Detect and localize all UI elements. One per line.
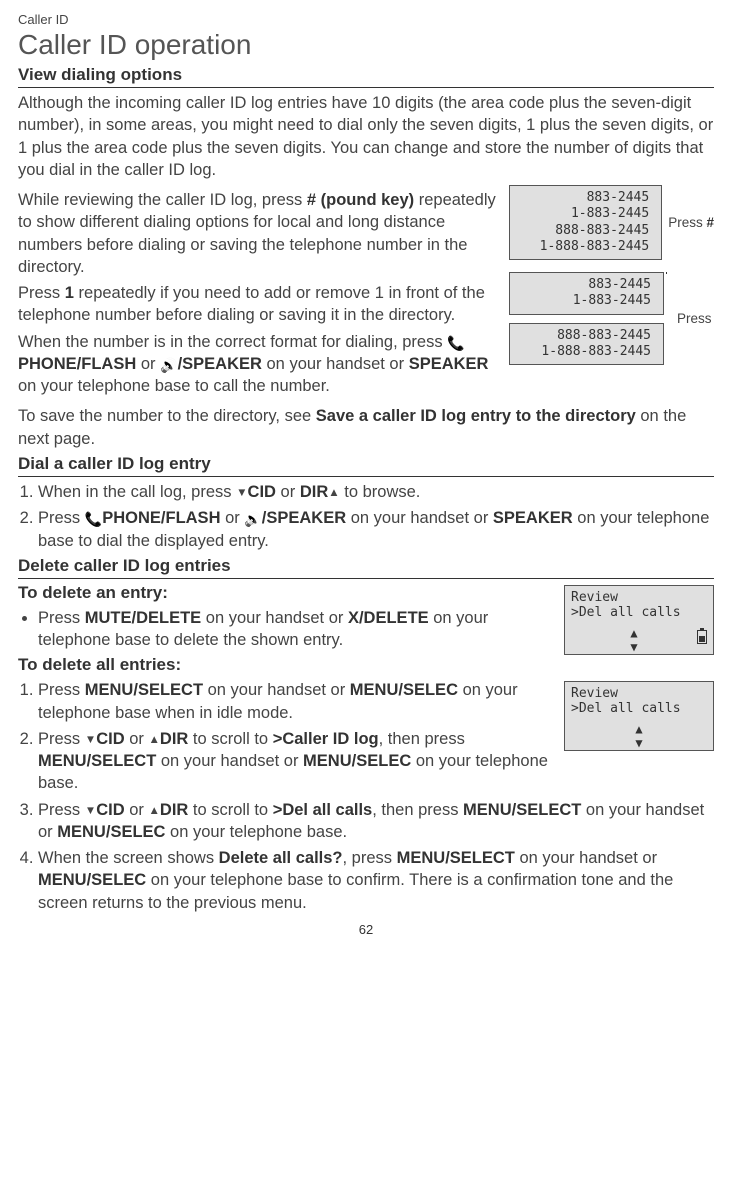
figure-label-press-one: Press 1 — [677, 311, 714, 326]
lcd-press-one-b: 888-883-2445 1-888-883-2445 — [509, 323, 664, 366]
triangle-up-icon — [328, 483, 339, 501]
figure-label-press-pound: Press # — [668, 215, 714, 230]
triangle-down-icon — [85, 801, 96, 819]
lcd-delete-base: Review >Del all calls ▲▼ — [564, 681, 714, 751]
lcd-press-one-a: 883-2445 1-883-2445 — [509, 272, 664, 315]
lcd-line: 883-2445 — [516, 277, 651, 293]
triangle-down-icon — [85, 730, 96, 748]
paragraph: To save the number to the directory, see… — [18, 405, 714, 450]
phone-icon — [85, 509, 102, 527]
lcd-press-pound: 883-2445 1-883-2445 888-883-2445 1-888-8… — [509, 185, 662, 260]
lcd-line: Review — [571, 590, 707, 605]
lcd-line: 888-883-2445 — [516, 328, 651, 344]
lcd-line: 1-888-883-2445 — [516, 344, 651, 360]
brace-icon — [666, 272, 667, 274]
lcd-line: 883-2445 — [516, 190, 649, 206]
triangle-up-icon — [148, 801, 159, 819]
lcd-line: 1-883-2445 — [516, 206, 649, 222]
figure-dialing-options: 883-2445 1-883-2445 888-883-2445 1-888-8… — [509, 185, 714, 377]
lcd-line: Review — [571, 686, 707, 701]
lcd-line: 888-883-2445 — [516, 223, 649, 239]
phone-icon — [447, 333, 464, 351]
lcd-line: 1-888-883-2445 — [516, 239, 649, 255]
list-item: When the screen shows Delete all calls?,… — [38, 847, 714, 914]
speaker-icon — [160, 355, 177, 373]
scroll-arrows-icon: ▲▼ — [571, 626, 707, 654]
triangle-up-icon — [148, 730, 159, 748]
scroll-arrows-icon: ▲▼ — [571, 722, 707, 750]
lcd-line: 1-883-2445 — [516, 293, 651, 309]
list-item: When in the call log, press CID or DIR t… — [38, 481, 714, 503]
battery-icon — [697, 630, 707, 644]
lcd-delete-handset: Review >Del all calls ▲▼ — [564, 585, 714, 655]
section-view-dialing-options: View dialing options — [18, 65, 714, 88]
speaker-icon — [244, 509, 261, 527]
list-item: Press PHONE/FLASH or /SPEAKER on your ha… — [38, 507, 714, 552]
lcd-line: >Del all calls — [571, 701, 707, 716]
subheading-delete-all: To delete all entries: — [18, 655, 714, 675]
list-item: Press CID or DIR to scroll to >Del all c… — [38, 799, 714, 844]
breadcrumb: Caller ID — [18, 12, 714, 27]
section-dial-entry: Dial a caller ID log entry — [18, 454, 714, 477]
page-title: Caller ID operation — [18, 29, 714, 61]
triangle-down-icon — [236, 483, 247, 501]
lcd-line: >Del all calls — [571, 605, 707, 620]
page-number: 62 — [18, 922, 714, 937]
section-delete-entries: Delete caller ID log entries — [18, 556, 714, 579]
paragraph: Although the incoming caller ID log entr… — [18, 92, 714, 181]
